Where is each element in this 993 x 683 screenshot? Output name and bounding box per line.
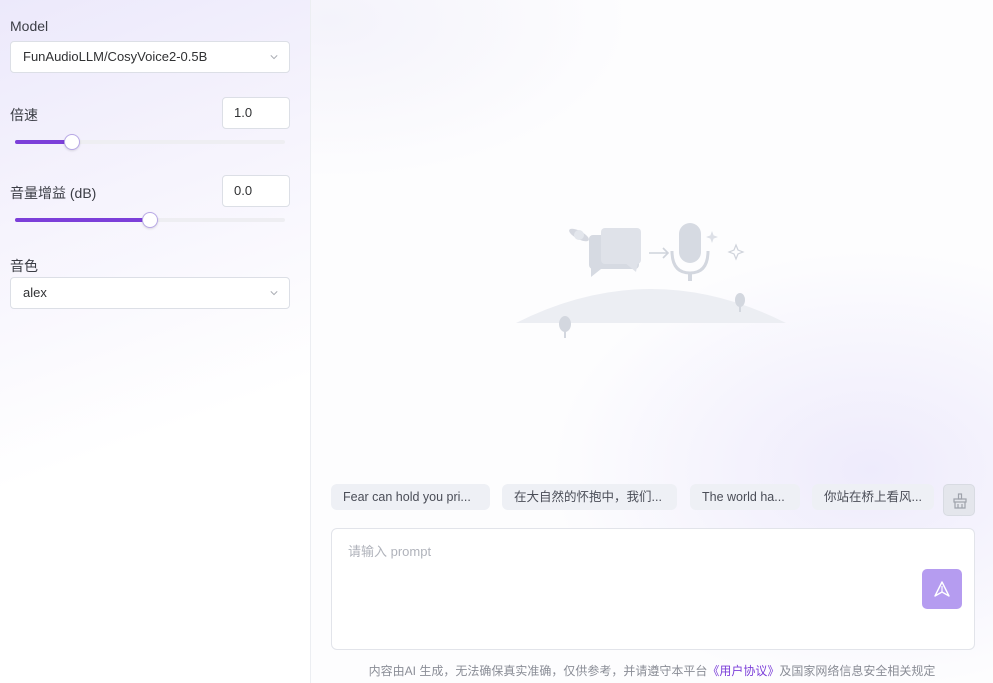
gain-slider-thumb[interactable] [142,212,158,228]
app: Model FunAudioLLM/CosyVoice2-0.5B 倍速 1.0… [0,0,993,683]
suggestion-chip[interactable]: The world ha... [690,484,800,510]
prompt-box [331,528,975,650]
speed-label: 倍速 [10,107,38,123]
suggestion-chip[interactable]: 你站在桥上看风... [812,484,934,510]
voice-select[interactable]: alex [10,277,290,309]
disclaimer-text-end: 及国家网络信息安全相关规定 [779,664,936,678]
clear-button[interactable] [943,484,975,516]
chevron-down-icon [270,55,278,60]
send-button[interactable] [922,569,962,609]
gain-slider-fill [15,218,150,222]
model-label: Model [10,18,49,34]
prompt-input[interactable] [332,529,974,649]
gain-slider[interactable] [15,212,285,228]
disclaimer: 内容由AI 生成，无法确保真实准确，仅供参考，并请遵守本平台《用户协议》及国家网… [311,662,993,679]
chevron-down-icon [270,291,278,296]
send-icon [934,581,950,597]
suggestion-chip[interactable]: 在大自然的怀抱中，我们... [502,484,677,510]
main-area: Fear can hold you pri... 在大自然的怀抱中，我们... … [311,0,993,683]
gain-label: 音量增益 (dB) [10,185,97,201]
model-select-value: FunAudioLLM/CosyVoice2-0.5B [23,49,208,64]
speed-input[interactable]: 1.0 [222,97,290,129]
voice-label: 音色 [10,258,38,274]
speech-illustration [516,223,786,338]
broom-icon [953,493,967,509]
user-agreement-link[interactable]: 《用户协议》 [707,664,779,678]
speed-slider[interactable] [15,134,285,150]
suggestion-chip[interactable]: Fear can hold you pri... [331,484,490,510]
speed-slider-thumb[interactable] [63,134,80,150]
disclaimer-text: 内容由AI 生成，无法确保真实准确，仅供参考，并请遵守本平台 [368,664,708,678]
gain-input[interactable]: 0.0 [222,175,290,207]
settings-panel: Model FunAudioLLM/CosyVoice2-0.5B 倍速 1.0… [0,0,311,683]
model-select[interactable]: FunAudioLLM/CosyVoice2-0.5B [10,41,290,73]
voice-select-value: alex [23,285,47,300]
